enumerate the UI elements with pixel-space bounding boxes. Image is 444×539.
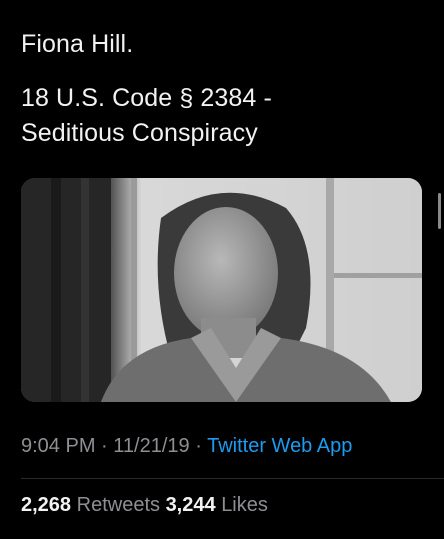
tweet-time[interactable]: 9:04 PM	[21, 435, 95, 457]
portrait-photo-image	[21, 178, 422, 402]
retweets-label: Retweets	[76, 494, 160, 516]
retweets-stat[interactable]: 2,268 Retweets	[21, 494, 166, 516]
likes-count: 3,244	[165, 494, 216, 516]
tweet-source-link[interactable]: Twitter Web App	[207, 435, 352, 457]
likes-label: Likes	[221, 494, 268, 516]
retweets-count: 2,268	[21, 494, 72, 516]
tweet-date[interactable]: 11/21/19	[113, 435, 189, 457]
scroll-indicator[interactable]	[438, 193, 441, 229]
likes-stat[interactable]: 3,244 Likes	[166, 494, 268, 516]
meta-separator: ·	[195, 435, 202, 457]
tweet-stats: 2,268 Retweets 3,244 Likes	[21, 492, 268, 518]
tweet-timestamp-row: 9:04 PM · 11/21/19 · Twitter Web App	[21, 433, 352, 459]
tweet: Fiona Hill. 18 U.S. Code § 2384 - Sediti…	[0, 0, 444, 539]
meta-separator: ·	[101, 435, 108, 457]
tweet-text-line-2: 18 U.S. Code § 2384 -	[21, 84, 272, 112]
tweet-text-line-3: Seditious Conspiracy	[21, 119, 258, 147]
divider	[21, 478, 444, 479]
tweet-text-line-1: Fiona Hill.	[21, 30, 134, 58]
tweet-photo[interactable]	[21, 178, 422, 402]
